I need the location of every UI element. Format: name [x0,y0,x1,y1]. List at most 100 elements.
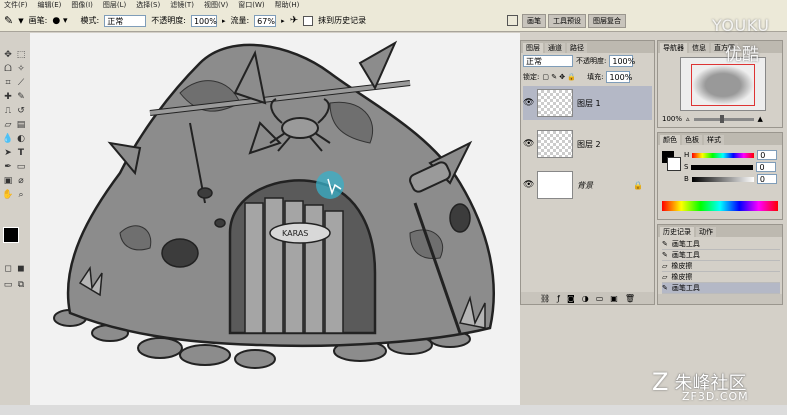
magic-wand-tool-icon[interactable]: ✧ [15,63,27,75]
menu-select[interactable]: 选择(S) [136,0,160,10]
zoom-in-icon[interactable]: ▲ [758,115,763,123]
menu-layer[interactable]: 图层(L) [103,0,126,10]
opacity-input[interactable]: 100% [190,14,217,27]
zoom-tool-icon[interactable]: ⌕ [15,189,27,201]
h-slider[interactable] [692,152,755,158]
b-slider[interactable] [691,176,754,182]
menu-window[interactable]: 窗口(W) [238,0,264,10]
b-input[interactable]: 0 [756,174,777,184]
eraser-tool-icon[interactable]: ▱ [2,119,14,131]
tab-layer-comps[interactable]: 图层复合 [588,14,626,28]
tab-paths[interactable]: 路径 [567,43,587,53]
blend-mode-select[interactable]: 正常 [523,55,573,67]
tab-channels[interactable]: 通道 [545,43,565,53]
dodge-tool-icon[interactable]: ◐ [15,133,27,145]
palette-well-icon[interactable] [507,15,519,26]
visibility-eye-icon[interactable]: 👁 [523,180,534,190]
history-item-label: 橡皮擦 [671,273,693,281]
tab-layers[interactable]: 图层 [523,43,543,53]
navigator-view-box[interactable] [691,64,755,106]
tab-tool-presets[interactable]: 工具预设 [548,14,586,28]
visibility-eye-icon[interactable]: 👁 [523,139,534,149]
opacity-arrow-icon[interactable]: ▸ [222,17,226,25]
zoom-slider[interactable] [693,114,754,123]
color-ramp[interactable] [662,201,778,211]
tab-brushes[interactable]: 画笔 [522,14,546,28]
history-item[interactable]: ✎ 画笔工具 [662,283,780,294]
history-checkbox[interactable] [303,15,314,26]
mode-select[interactable]: 正常 [104,14,147,27]
layer-row[interactable]: 👁 图层 1 [523,86,652,120]
h-input[interactable]: 0 [757,150,778,160]
tab-navigator[interactable]: 导航器 [660,43,687,53]
foreground-color-swatch[interactable] [3,227,19,243]
lasso-tool-icon[interactable]: ᗝ [2,63,14,75]
brush-tool-icon[interactable]: ✎ [4,14,13,27]
blur-tool-icon[interactable]: 💧 [2,133,14,145]
bg-color-swatch[interactable] [667,157,681,171]
mask-icon[interactable]: ◙ [567,294,575,303]
zoom-out-icon[interactable]: ▵ [686,115,690,123]
move-tool-icon[interactable]: ✥ [2,49,14,61]
quickmask-off-icon[interactable]: ◻ [2,263,14,275]
hand-tool-icon[interactable]: ✋ [2,189,14,201]
type-tool-icon[interactable]: T [15,147,27,159]
shape-tool-icon[interactable]: ▭ [15,161,27,173]
history-brush-icon[interactable]: ↺ [15,105,27,117]
zoom-value[interactable]: 100% [662,115,682,123]
menu-edit[interactable]: 编辑(E) [38,0,62,10]
adjustment-icon[interactable]: ◑ [582,294,589,303]
brush-tool-icon-tb[interactable]: ✎ [15,91,27,103]
history-item[interactable]: ▱ 橡皮擦 [662,272,780,283]
tab-history[interactable]: 历史记录 [660,227,694,237]
quickmask-on-icon[interactable]: ◼ [15,263,27,275]
visibility-eye-icon[interactable]: 👁 [523,98,534,108]
fill-input[interactable]: 100% [606,71,632,83]
screen-mode-icon[interactable]: ▭ [2,279,14,291]
history-item[interactable]: ✎ 画笔工具 [662,239,780,250]
marquee-tool-icon[interactable]: ⬚ [15,49,27,61]
tab-info[interactable]: 信息 [689,43,709,53]
airbrush-icon[interactable]: ✈ [290,15,298,26]
tab-actions[interactable]: 动作 [696,227,716,237]
crop-tool-icon[interactable]: ⌗ [2,77,14,89]
flow-arrow-icon[interactable]: ▸ [281,17,285,25]
history-item[interactable]: ✎ 画笔工具 [662,250,780,261]
menu-filter[interactable]: 滤镜(T) [170,0,194,10]
menu-help[interactable]: 帮助(H) [275,0,300,10]
flow-input[interactable]: 67% [254,14,277,27]
menu-image[interactable]: 图像(I) [71,0,93,10]
eyedropper-tool-icon[interactable]: ⌀ [15,175,27,187]
lock-icons[interactable]: ▢ ✎ ✥ 🔒 [542,73,576,81]
pen-tool-icon[interactable]: ✒ [2,161,14,173]
healing-tool-icon[interactable]: ✚ [2,91,14,103]
tool-preset-arrow-icon[interactable]: ▼ [18,17,23,25]
s-input[interactable]: 0 [756,162,777,172]
fx-icon[interactable]: ƒ [557,294,560,303]
gradient-tool-icon[interactable]: ▤ [15,119,27,131]
trash-icon[interactable]: 🗑 [625,294,635,303]
slice-tool-icon[interactable]: ⟋ [15,77,27,89]
stamp-tool-icon[interactable]: ⎍ [2,105,14,117]
brush-preset-picker[interactable]: ● ▾ [52,16,67,26]
s-slider[interactable] [691,164,754,170]
layer-opacity-input[interactable]: 100% [609,55,635,67]
link-icon[interactable]: ⛓ [540,294,550,303]
menu-view[interactable]: 视图(V) [204,0,228,10]
history-item[interactable]: ▱ 橡皮擦 [662,261,780,272]
layer-row[interactable]: 👁 图层 2 [523,127,652,161]
folder-icon[interactable]: ▭ [596,294,604,303]
new-layer-icon[interactable]: ▣ [610,294,618,303]
path-select-icon[interactable]: ➤ [2,147,14,159]
color-panel: 颜色 色板 样式 H 0 S 0 B 0 [657,132,783,220]
tab-color[interactable]: 颜色 [660,135,680,145]
layer-row[interactable]: 👁 背景 🔒 [523,168,652,202]
tab-swatches[interactable]: 色板 [682,135,702,145]
jump-imageready-icon[interactable]: ⧉ [15,279,27,291]
layers-footer: ⛓ ƒ ◙ ◑ ▭ ▣ 🗑 [521,292,654,304]
navigator-thumbnail[interactable] [680,57,766,111]
document-canvas[interactable]: KARAS [30,33,520,415]
notes-tool-icon[interactable]: ▣ [2,175,14,187]
menu-file[interactable]: 文件(F) [4,0,28,10]
tab-styles[interactable]: 样式 [704,135,724,145]
